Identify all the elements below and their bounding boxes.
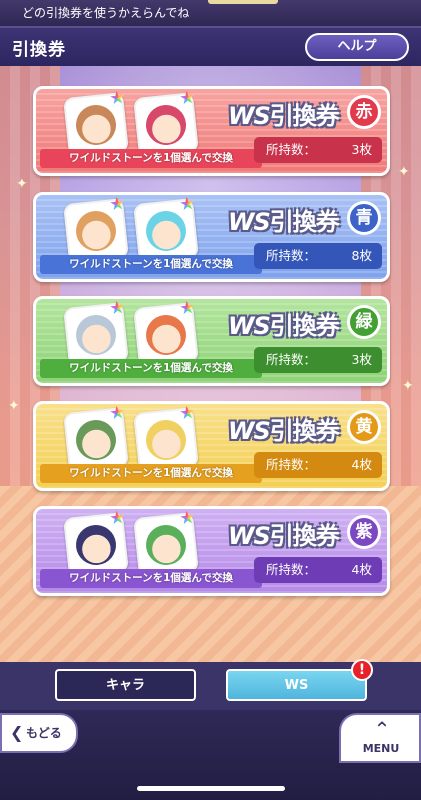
sparkle-icon: ✦ bbox=[16, 176, 28, 192]
sparkle-icon: ✦ bbox=[398, 164, 410, 180]
ticket-title: WS引換券 bbox=[228, 411, 340, 445]
owned-count-bar: 所持数： 4枚 bbox=[254, 557, 382, 583]
character-face bbox=[74, 418, 118, 462]
owned-count-bar: 所持数： 3枚 bbox=[254, 137, 382, 163]
back-label: もどる bbox=[26, 726, 62, 740]
ticket-title-ws: WS bbox=[228, 312, 271, 340]
character-face bbox=[144, 523, 188, 567]
home-indicator[interactable] bbox=[137, 786, 285, 791]
rainbow-star-icon: ★ bbox=[178, 86, 197, 110]
ticket-title-word: 引換券 bbox=[269, 417, 340, 445]
color-badge: 緑 bbox=[347, 305, 381, 339]
ticket-card[interactable]: ★ ★ ワイルドストーンを1個選んで交換 WS引換券緑所持数： 3枚 bbox=[33, 296, 390, 386]
ticket-title: WS引換券 bbox=[228, 202, 340, 236]
rainbow-star-icon: ★ bbox=[178, 506, 197, 530]
owned-count-value: 4枚 bbox=[351, 457, 372, 472]
exchange-ribbon: ワイルドストーンを1個選んで交換 bbox=[40, 569, 262, 588]
owned-count-bar: 所持数： 4枚 bbox=[254, 452, 382, 478]
character-face bbox=[144, 209, 188, 253]
character-face bbox=[144, 103, 188, 147]
tab-chara[interactable]: キャラ bbox=[55, 669, 196, 701]
instruction-bar: どの引換券を使うかえらんでね bbox=[0, 0, 421, 28]
ticket-title: WS引換券 bbox=[228, 96, 340, 130]
menu-button[interactable]: ⌃ MENU bbox=[339, 713, 421, 763]
ticket-title-word: 引換券 bbox=[269, 312, 340, 340]
back-button[interactable]: ❮ もどる bbox=[0, 713, 78, 753]
rainbow-star-icon: ★ bbox=[108, 86, 127, 110]
instruction-text: どの引換券を使うかえらんでね bbox=[22, 6, 190, 20]
sparkle-icon: ✦ bbox=[402, 378, 414, 394]
character-face bbox=[74, 523, 118, 567]
exchange-ribbon: ワイルドストーンを1個選んで交換 bbox=[40, 359, 262, 378]
ticket-title-word: 引換券 bbox=[269, 522, 340, 550]
rainbow-star-icon: ★ bbox=[108, 192, 127, 216]
exchange-ribbon: ワイルドストーンを1個選んで交換 bbox=[40, 149, 262, 168]
top-tab-decoration bbox=[208, 0, 278, 4]
ticket-card[interactable]: ★ ★ ワイルドストーンを1個選んで交換 WS引換券青所持数： 8枚 bbox=[33, 192, 390, 282]
rainbow-star-icon: ★ bbox=[108, 506, 127, 530]
exchange-ribbon: ワイルドストーンを1個選んで交換 bbox=[40, 464, 262, 483]
alert-icon: ! bbox=[351, 659, 373, 681]
owned-count-value: 4枚 bbox=[351, 562, 372, 577]
color-badge: 赤 bbox=[347, 95, 381, 129]
owned-count-value: 8枚 bbox=[351, 248, 372, 263]
ticket-card[interactable]: ★ ★ ワイルドストーンを1個選んで交換 WS引換券赤所持数： 3枚 bbox=[33, 86, 390, 176]
owned-count-value: 3枚 bbox=[351, 142, 372, 157]
character-face bbox=[74, 313, 118, 357]
ticket-title-word: 引換券 bbox=[269, 102, 340, 130]
help-button[interactable]: ヘルプ bbox=[305, 33, 409, 61]
page-header: 引換券 ヘルプ bbox=[0, 28, 421, 66]
rainbow-star-icon: ★ bbox=[178, 192, 197, 216]
menu-label: MENU bbox=[362, 742, 400, 755]
rainbow-star-icon: ★ bbox=[108, 401, 127, 425]
owned-count-label: 所持数： bbox=[266, 352, 317, 367]
character-face bbox=[144, 313, 188, 357]
color-badge: 紫 bbox=[347, 515, 381, 549]
character-face bbox=[74, 209, 118, 253]
ticket-title-ws: WS bbox=[228, 102, 271, 130]
ticket-title: WS引換券 bbox=[228, 516, 340, 550]
rainbow-star-icon: ★ bbox=[178, 296, 197, 320]
rainbow-star-icon: ★ bbox=[178, 401, 197, 425]
owned-count-label: 所持数： bbox=[266, 562, 317, 577]
owned-count-label: 所持数： bbox=[266, 457, 317, 472]
tab-ws[interactable]: WS bbox=[226, 669, 367, 701]
owned-count-value: 3枚 bbox=[351, 352, 372, 367]
ticket-title-ws: WS bbox=[228, 417, 271, 445]
ticket-card[interactable]: ★ ★ ワイルドストーンを1個選んで交換 WS引換券紫所持数： 4枚 bbox=[33, 506, 390, 596]
owned-count-bar: 所持数： 3枚 bbox=[254, 347, 382, 373]
screen: どの引換券を使うかえらんでね 引換券 ヘルプ ✦ ✦ ✦ ✦ ★ ★ ワイルドストー… bbox=[0, 0, 421, 800]
ticket-title-word: 引換券 bbox=[269, 208, 340, 236]
rainbow-star-icon: ★ bbox=[108, 296, 127, 320]
character-face bbox=[74, 103, 118, 147]
page-title: 引換券 bbox=[12, 40, 66, 60]
exchange-ribbon: ワイルドストーンを1個選んで交換 bbox=[40, 255, 262, 274]
owned-count-bar: 所持数： 8枚 bbox=[254, 243, 382, 269]
sparkle-icon: ✦ bbox=[8, 398, 20, 414]
owned-count-label: 所持数： bbox=[266, 248, 317, 263]
ticket-title-ws: WS bbox=[228, 522, 271, 550]
chevron-left-icon: ❮ bbox=[10, 723, 24, 742]
color-badge: 黄 bbox=[347, 410, 381, 444]
owned-count-label: 所持数： bbox=[266, 142, 317, 157]
ticket-card[interactable]: ★ ★ ワイルドストーンを1個選んで交換 WS引換券黄所持数： 4枚 bbox=[33, 401, 390, 491]
color-badge: 青 bbox=[347, 201, 381, 235]
chevron-up-icon: ⌃ bbox=[373, 717, 391, 741]
character-face bbox=[144, 418, 188, 462]
ticket-title-ws: WS bbox=[228, 208, 271, 236]
ticket-title: WS引換券 bbox=[228, 306, 340, 340]
